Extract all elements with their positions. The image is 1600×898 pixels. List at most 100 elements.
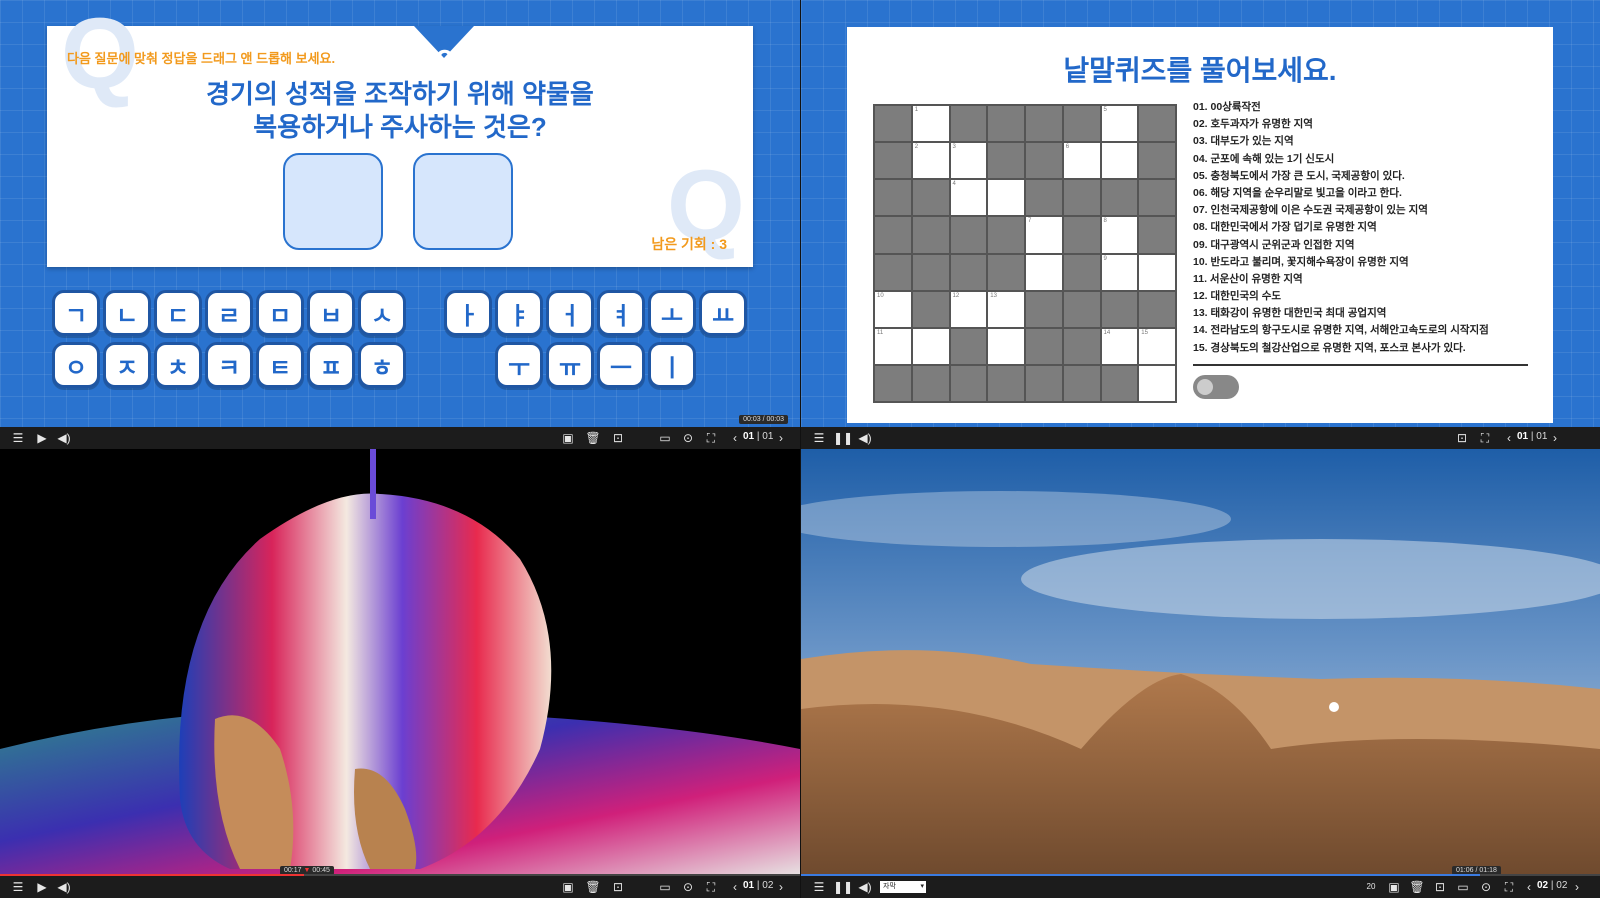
grid-cell[interactable]: 10 bbox=[875, 291, 911, 327]
letter-key[interactable]: ㅓ bbox=[546, 290, 594, 336]
grid-cell[interactable]: 13 bbox=[988, 291, 1024, 327]
replay-icon[interactable]: ⊙ bbox=[1478, 879, 1494, 895]
grid-cell[interactable]: 15 bbox=[1139, 328, 1175, 364]
fullscreen-icon[interactable]: ⛶ bbox=[1477, 430, 1493, 446]
clue-number: 8 bbox=[1103, 218, 1107, 225]
subtitle-select[interactable]: 자막 ▾ bbox=[880, 881, 926, 893]
trash-icon[interactable]: 🗑 bbox=[1409, 879, 1425, 895]
menu-icon[interactable]: ☰ bbox=[10, 879, 26, 895]
volume-icon[interactable]: ◀) bbox=[857, 430, 873, 446]
letter-key[interactable]: ㄱ bbox=[52, 290, 100, 336]
menu-icon[interactable]: ☰ bbox=[811, 879, 827, 895]
crossword-control-bar: ☰ ❚❚ ◀) ⊡ ⛶ ‹ 01 | 01 › bbox=[801, 427, 1600, 449]
trash-icon[interactable]: 🗑 bbox=[585, 430, 601, 446]
grid-cell[interactable]: 6 bbox=[1063, 143, 1100, 179]
letter-key[interactable]: ㅏ bbox=[444, 290, 492, 336]
lock-icon[interactable]: ⊡ bbox=[1454, 430, 1470, 446]
answer-slot-1[interactable] bbox=[283, 153, 383, 250]
replay-icon[interactable]: ⊙ bbox=[680, 879, 696, 895]
letter-key[interactable]: ㅡ bbox=[597, 342, 645, 388]
bookmark-icon[interactable]: ▣ bbox=[1386, 879, 1402, 895]
play-icon[interactable]: ▶ bbox=[34, 879, 50, 895]
pause-icon[interactable]: ❚❚ bbox=[833, 430, 853, 446]
volume-icon[interactable]: ◀) bbox=[56, 879, 72, 895]
letter-key[interactable]: ㅌ bbox=[256, 342, 304, 388]
prev-icon[interactable]: ‹ bbox=[727, 879, 743, 895]
lock-icon[interactable]: ⊡ bbox=[1432, 879, 1448, 895]
grid-cell[interactable] bbox=[1139, 254, 1175, 290]
lock-icon[interactable]: ⊡ bbox=[610, 879, 626, 895]
letter-key[interactable]: ㄹ bbox=[205, 290, 253, 336]
menu-icon[interactable]: ☰ bbox=[811, 430, 827, 446]
bookmark-icon[interactable]: ▣ bbox=[560, 879, 576, 895]
volume-icon[interactable]: ◀) bbox=[56, 430, 72, 446]
question-line-2: 복용하거나 주사하는 것은? bbox=[253, 112, 547, 142]
clue-number: 3 bbox=[952, 144, 956, 151]
letter-key[interactable]: ㅠ bbox=[546, 342, 594, 388]
letter-key[interactable]: ㅂ bbox=[307, 290, 355, 336]
letter-key[interactable]: ㅍ bbox=[307, 342, 355, 388]
next-icon[interactable]: › bbox=[1547, 430, 1563, 446]
grid-cell[interactable] bbox=[1139, 365, 1175, 401]
letter-key[interactable]: ㅎ bbox=[358, 342, 406, 388]
time-current: 00:17 bbox=[284, 867, 302, 874]
grid-cell[interactable]: 2 bbox=[912, 143, 949, 179]
volume-icon[interactable]: ◀) bbox=[857, 879, 873, 895]
letter-key[interactable]: ㅁ bbox=[256, 290, 304, 336]
letter-key[interactable]: ㄷ bbox=[154, 290, 202, 336]
toggle-icon[interactable]: ▭ bbox=[657, 430, 673, 446]
grid-cell[interactable]: 9 bbox=[1101, 254, 1138, 290]
next-icon[interactable]: › bbox=[1569, 879, 1585, 895]
grid-cell[interactable]: 14 bbox=[1101, 328, 1138, 364]
letter-key[interactable]: ㅇ bbox=[52, 342, 100, 388]
letter-key[interactable]: ㅣ bbox=[648, 342, 696, 388]
fullscreen-icon[interactable]: ⛶ bbox=[703, 879, 719, 895]
grid-cell[interactable] bbox=[1026, 254, 1062, 290]
grid-cell[interactable]: 11 bbox=[875, 328, 911, 364]
fullscreen-icon[interactable]: ⛶ bbox=[703, 430, 719, 446]
grid-cell[interactable]: 12 bbox=[950, 291, 987, 327]
play-icon[interactable]: ▶ bbox=[34, 430, 50, 446]
trash-icon[interactable]: 🗑 bbox=[585, 879, 601, 895]
answer-toggle[interactable] bbox=[1193, 375, 1239, 399]
fullscreen-icon[interactable]: ⛶ bbox=[1501, 879, 1517, 895]
letter-key[interactable]: ㅋ bbox=[205, 342, 253, 388]
menu-icon[interactable]: ☰ bbox=[10, 430, 26, 446]
grid-cell[interactable]: 4 bbox=[950, 180, 987, 216]
lock-icon[interactable]: ⊡ bbox=[610, 430, 626, 446]
pause-icon[interactable]: ❚❚ bbox=[833, 879, 853, 895]
prev-icon[interactable]: ‹ bbox=[1521, 879, 1537, 895]
video-paint-frame[interactable] bbox=[0, 449, 800, 875]
speed-icon[interactable]: 20 bbox=[1363, 879, 1379, 895]
letter-key[interactable]: ㅊ bbox=[154, 342, 202, 388]
grid-cell[interactable] bbox=[988, 328, 1024, 364]
letter-key[interactable]: ㅗ bbox=[648, 290, 696, 336]
replay-icon[interactable]: ⊙ bbox=[680, 430, 696, 446]
grid-cell[interactable]: 7 bbox=[1026, 217, 1062, 253]
letter-key[interactable]: ㅛ bbox=[699, 290, 747, 336]
letter-key[interactable]: ㅅ bbox=[358, 290, 406, 336]
letter-key[interactable]: ㅜ bbox=[495, 342, 543, 388]
toggle-icon[interactable]: ▭ bbox=[1455, 879, 1471, 895]
clue-number: 10 bbox=[877, 292, 884, 299]
grid-cell[interactable]: 8 bbox=[1101, 217, 1138, 253]
answer-slot-2[interactable] bbox=[413, 153, 513, 250]
grid-cell[interactable]: 1 bbox=[912, 106, 949, 142]
grid-cell[interactable] bbox=[1101, 143, 1138, 179]
grid-cell[interactable] bbox=[988, 180, 1024, 216]
prev-icon[interactable]: ‹ bbox=[1501, 430, 1517, 446]
next-icon[interactable]: › bbox=[773, 430, 789, 446]
prev-icon[interactable]: ‹ bbox=[727, 430, 743, 446]
grid-cell[interactable]: 3 bbox=[950, 143, 987, 179]
bookmark-icon[interactable]: ▣ bbox=[560, 430, 576, 446]
grid-cell[interactable] bbox=[912, 328, 949, 364]
letter-key[interactable]: ㄴ bbox=[103, 290, 151, 336]
next-icon[interactable]: › bbox=[773, 879, 789, 895]
letter-key[interactable]: ㅈ bbox=[103, 342, 151, 388]
letter-key[interactable]: ㅕ bbox=[597, 290, 645, 336]
video-desert-frame[interactable] bbox=[801, 449, 1600, 875]
playhead-icon[interactable]: ▼ bbox=[303, 867, 310, 874]
grid-cell[interactable]: 5 bbox=[1101, 106, 1138, 142]
letter-key[interactable]: ㅑ bbox=[495, 290, 543, 336]
toggle-icon[interactable]: ▭ bbox=[657, 879, 673, 895]
